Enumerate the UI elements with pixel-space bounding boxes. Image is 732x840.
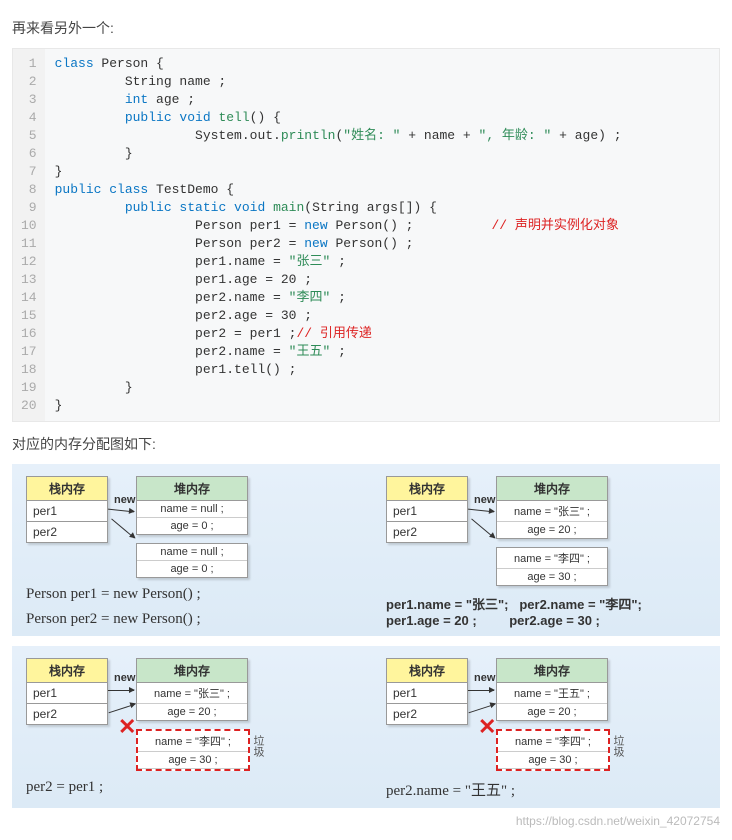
code-block: 1 2 3 4 5 6 7 8 9 10 11 12 13 14 15 16 1… xyxy=(12,48,720,422)
caption-d3: per2 = per1 ; xyxy=(26,779,346,796)
cross-icon: ✕ xyxy=(118,714,136,740)
heap-box: name = null ; age = 0 ; xyxy=(136,543,248,578)
heap-box: 堆内存 name = "张三" ; age = 20 ; xyxy=(136,658,248,721)
intro-text: 再来看另外一个: xyxy=(12,18,720,38)
mid-text: 对应的内存分配图如下: xyxy=(12,434,720,454)
caption-d4: per2.name = "王五" ; xyxy=(386,779,706,800)
watermark: https://blog.csdn.net/weixin_42072754 xyxy=(12,814,720,828)
stack-box: 栈内存 per1 per2 xyxy=(26,476,108,543)
heap-box: 堆内存 name = "王五" ; age = 20 ; xyxy=(496,658,608,721)
caption-d1a: Person per1 = new Person() ; xyxy=(26,586,346,603)
heap-box: 堆内存 name = null ; age = 0 ; xyxy=(136,476,248,535)
heap-box-garbage: name = "李四" ; age = 30 ; 垃圾 xyxy=(496,729,610,771)
memory-diagram-1: 栈内存 per1 per2 new 堆内存 name = null ; age … xyxy=(12,464,720,636)
heap-box: name = "李四" ; age = 30 ; xyxy=(496,547,608,586)
stack-box: 栈内存 per1 per2 xyxy=(386,476,468,543)
gutter: 1 2 3 4 5 6 7 8 9 10 11 12 13 14 15 16 1… xyxy=(13,49,45,421)
stack-box: 栈内存 per1 per2 xyxy=(26,658,108,725)
heap-box: 堆内存 name = "张三" ; age = 20 ; xyxy=(496,476,608,539)
caption-d2: per1.name = "张三"; per2.name = "李四"; per1… xyxy=(386,594,706,628)
code-content: class Person { String name ; int age ; p… xyxy=(45,49,719,421)
memory-diagram-2: 栈内存 per1 per2 new 堆内存 name = "张三" ; age … xyxy=(12,646,720,808)
caption-d1b: Person per2 = new Person() ; xyxy=(26,611,346,628)
heap-box-garbage: name = "李四" ; age = 30 ; 垃圾 xyxy=(136,729,250,771)
stack-box: 栈内存 per1 per2 xyxy=(386,658,468,725)
cross-icon: ✕ xyxy=(478,714,496,740)
